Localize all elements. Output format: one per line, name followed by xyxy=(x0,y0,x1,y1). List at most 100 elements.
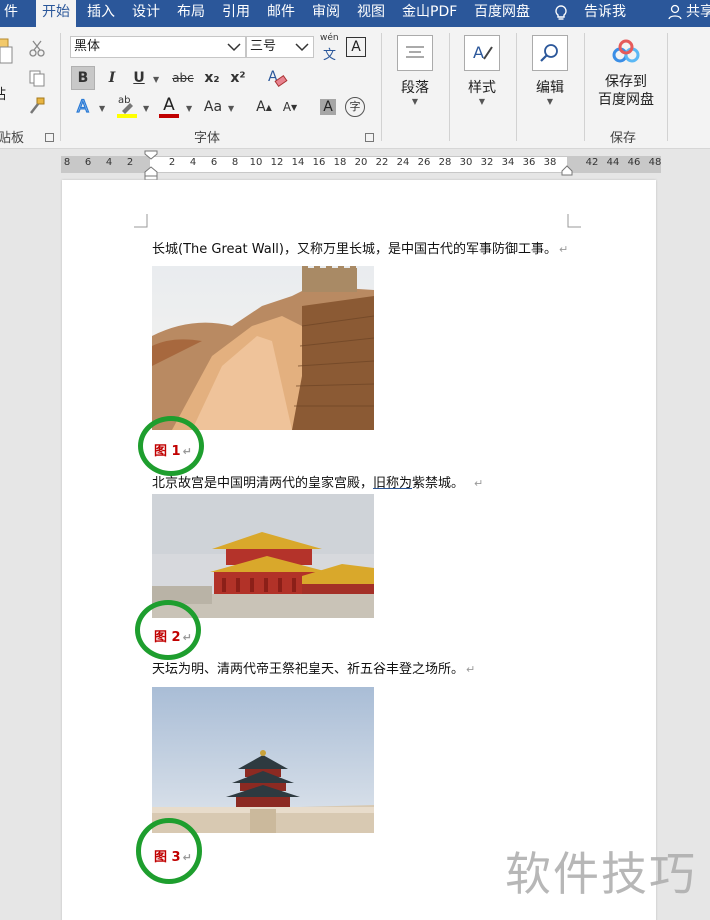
change-case-dropdown-icon[interactable]: ▼ xyxy=(228,104,234,113)
editing-button[interactable]: 编辑 ▼ xyxy=(527,35,573,106)
ruler-number: 14 xyxy=(291,157,305,168)
temple-of-heaven-picture xyxy=(152,687,374,833)
tab-home[interactable]: 开始 xyxy=(36,0,76,27)
document-page[interactable]: 长城(The Great Wall)，又称万里长城，是中国古代的军事防御工事。 ↵ xyxy=(62,180,656,920)
ruler-number: 38 xyxy=(543,157,557,168)
clipboard-dialog-launcher[interactable] xyxy=(45,133,54,142)
subscript-label: x₂ xyxy=(204,70,220,86)
superscript-label: x² xyxy=(230,70,246,86)
tab-review[interactable]: 审阅 xyxy=(306,0,346,27)
caption-text: 图 1 xyxy=(154,444,181,459)
chevron-down-icon xyxy=(295,43,309,52)
paragraph-great-wall[interactable]: 长城(The Great Wall)，又称万里长城，是中国古代的军事防御工事。 ↵ xyxy=(152,238,568,257)
text-effects-dropdown-icon[interactable]: ▼ xyxy=(99,104,105,113)
copy-icon[interactable] xyxy=(28,69,46,87)
font-dialog-launcher[interactable] xyxy=(365,133,374,142)
paragraph-text: 长城(The Great Wall)，又称万里长城，是中国古代的军事防御工事。 xyxy=(152,242,557,257)
tab-design[interactable]: 设计 xyxy=(126,0,166,27)
highlight-dropdown-icon[interactable]: ▼ xyxy=(143,104,149,113)
superscript-button[interactable]: x² xyxy=(226,66,250,90)
font-size-combo[interactable]: 三号 xyxy=(246,36,314,58)
tab-view[interactable]: 视图 xyxy=(351,0,391,27)
group-separator xyxy=(667,33,668,141)
enclose-characters-button[interactable]: 字 xyxy=(345,97,365,117)
tab-layout[interactable]: 布局 xyxy=(171,0,211,27)
paragraph-text: 紫禁城。 xyxy=(412,476,465,491)
character-border-button[interactable]: A xyxy=(346,37,366,57)
figure-caption-1[interactable]: 图 1 ↵ xyxy=(154,440,192,459)
paragraph-mark: ↵ xyxy=(182,445,192,458)
clear-formatting-icon[interactable]: A xyxy=(266,67,288,89)
paragraph-text: 天坛为明、清两代帝王祭祀皇天、祈五谷丰登之场所。 xyxy=(152,662,465,677)
styles-icon: A xyxy=(464,35,500,71)
tab-insert[interactable]: 插入 xyxy=(81,0,121,27)
font-color-swatch xyxy=(159,114,179,118)
temple-of-heaven-image[interactable] xyxy=(152,687,374,833)
italic-label: I xyxy=(108,70,116,86)
horizontal-ruler[interactable]: 8 6 4 2 2 4 6 8 10 12 14 16 18 20 22 24 … xyxy=(0,150,710,180)
underline-button[interactable]: U xyxy=(127,66,151,90)
tab-file[interactable]: 件 xyxy=(0,0,24,27)
ruler-number: 12 xyxy=(270,157,284,168)
great-wall-image[interactable] xyxy=(152,266,374,430)
grammar-marked-text[interactable]: 旧称为 xyxy=(373,476,412,491)
paragraph-mark: ↵ xyxy=(182,851,192,864)
save-to-baidu-netdisk-button[interactable]: 保存到 百度网盘 xyxy=(590,39,662,109)
highlight-color-swatch xyxy=(117,114,137,118)
ruler-number: 20 xyxy=(354,157,368,168)
paragraph-mark: ↵ xyxy=(474,477,484,490)
paragraph-mark: ↵ xyxy=(466,663,476,676)
figure-caption-3[interactable]: 图 3 ↵ xyxy=(154,846,192,865)
font-color-dropdown-icon[interactable]: ▼ xyxy=(186,104,192,113)
paragraph-button[interactable]: 段落 ▼ xyxy=(392,35,438,106)
bold-button[interactable]: B xyxy=(71,66,95,90)
paste-button[interactable]: 贴 xyxy=(0,33,20,103)
highlight-button[interactable]: ab xyxy=(114,95,140,119)
figure-caption-2[interactable]: 图 2 ↵ xyxy=(154,626,192,645)
tab-baidu-netdisk[interactable]: 百度网盘 xyxy=(468,0,536,27)
tab-mailings[interactable]: 邮件 xyxy=(261,0,301,27)
change-case-button[interactable]: Aa xyxy=(200,95,226,119)
phonetic-guide-char: 文 xyxy=(323,48,337,63)
forbidden-city-image[interactable] xyxy=(152,494,374,618)
cut-icon[interactable] xyxy=(28,39,46,57)
format-painter-icon[interactable] xyxy=(28,97,46,115)
bold-label: B xyxy=(77,70,89,86)
ruler-number: 2 xyxy=(168,157,176,168)
ruler-number: 30 xyxy=(459,157,473,168)
underline-dropdown-icon[interactable]: ▼ xyxy=(153,75,159,84)
share-button[interactable]: 共享 xyxy=(668,0,710,27)
ruler-number: 16 xyxy=(312,157,326,168)
styles-button[interactable]: A 样式 ▼ xyxy=(459,35,505,106)
paragraph-forbidden-city[interactable]: 北京故宫是中国明清两代的皇家宫殿，旧称为紫禁城。 ↵ xyxy=(152,472,483,491)
font-color-button[interactable]: A xyxy=(158,95,180,119)
right-indent-marker[interactable] xyxy=(561,164,573,176)
font-name-combo[interactable]: 黑体 xyxy=(70,36,246,58)
tab-tell-me[interactable]: 告诉我 xyxy=(578,0,632,27)
ruler-number: 18 xyxy=(333,157,347,168)
character-shading-button[interactable]: A xyxy=(316,95,340,119)
italic-button[interactable]: I xyxy=(100,66,124,90)
paragraph-mark: ↵ xyxy=(182,631,192,644)
change-case-label: Aa xyxy=(203,99,223,115)
phonetic-guide-label: wén xyxy=(320,33,339,43)
indent-markers[interactable] xyxy=(144,150,158,180)
tab-references[interactable]: 引用 xyxy=(216,0,256,27)
ruler-number: 6 xyxy=(84,157,92,168)
strikethrough-label: abc xyxy=(172,71,194,85)
ribbon-tab-bar: 件 开始 插入 设计 布局 引用 邮件 审阅 视图 金山PDF 百度网盘 告诉我… xyxy=(0,0,710,27)
grow-font-button[interactable]: A ▲ xyxy=(252,95,276,119)
underline-label: U xyxy=(133,70,145,86)
text-effects-icon[interactable]: A xyxy=(74,95,96,117)
grow-font-label: A xyxy=(256,99,266,115)
margin-corner-mark xyxy=(134,214,148,228)
ruler-number: 24 xyxy=(396,157,410,168)
shrink-font-button[interactable]: A ▼ xyxy=(278,95,302,119)
strikethrough-button[interactable]: abc xyxy=(168,66,198,90)
person-icon xyxy=(668,4,682,20)
tab-kingsoft-pdf[interactable]: 金山PDF xyxy=(396,0,463,27)
phonetic-guide-button[interactable]: wén 文 xyxy=(319,33,341,63)
paragraph-temple-of-heaven[interactable]: 天坛为明、清两代帝王祭祀皇天、祈五谷丰登之场所。 ↵ xyxy=(152,658,475,677)
search-icon xyxy=(532,35,568,71)
subscript-button[interactable]: x₂ xyxy=(200,66,224,90)
